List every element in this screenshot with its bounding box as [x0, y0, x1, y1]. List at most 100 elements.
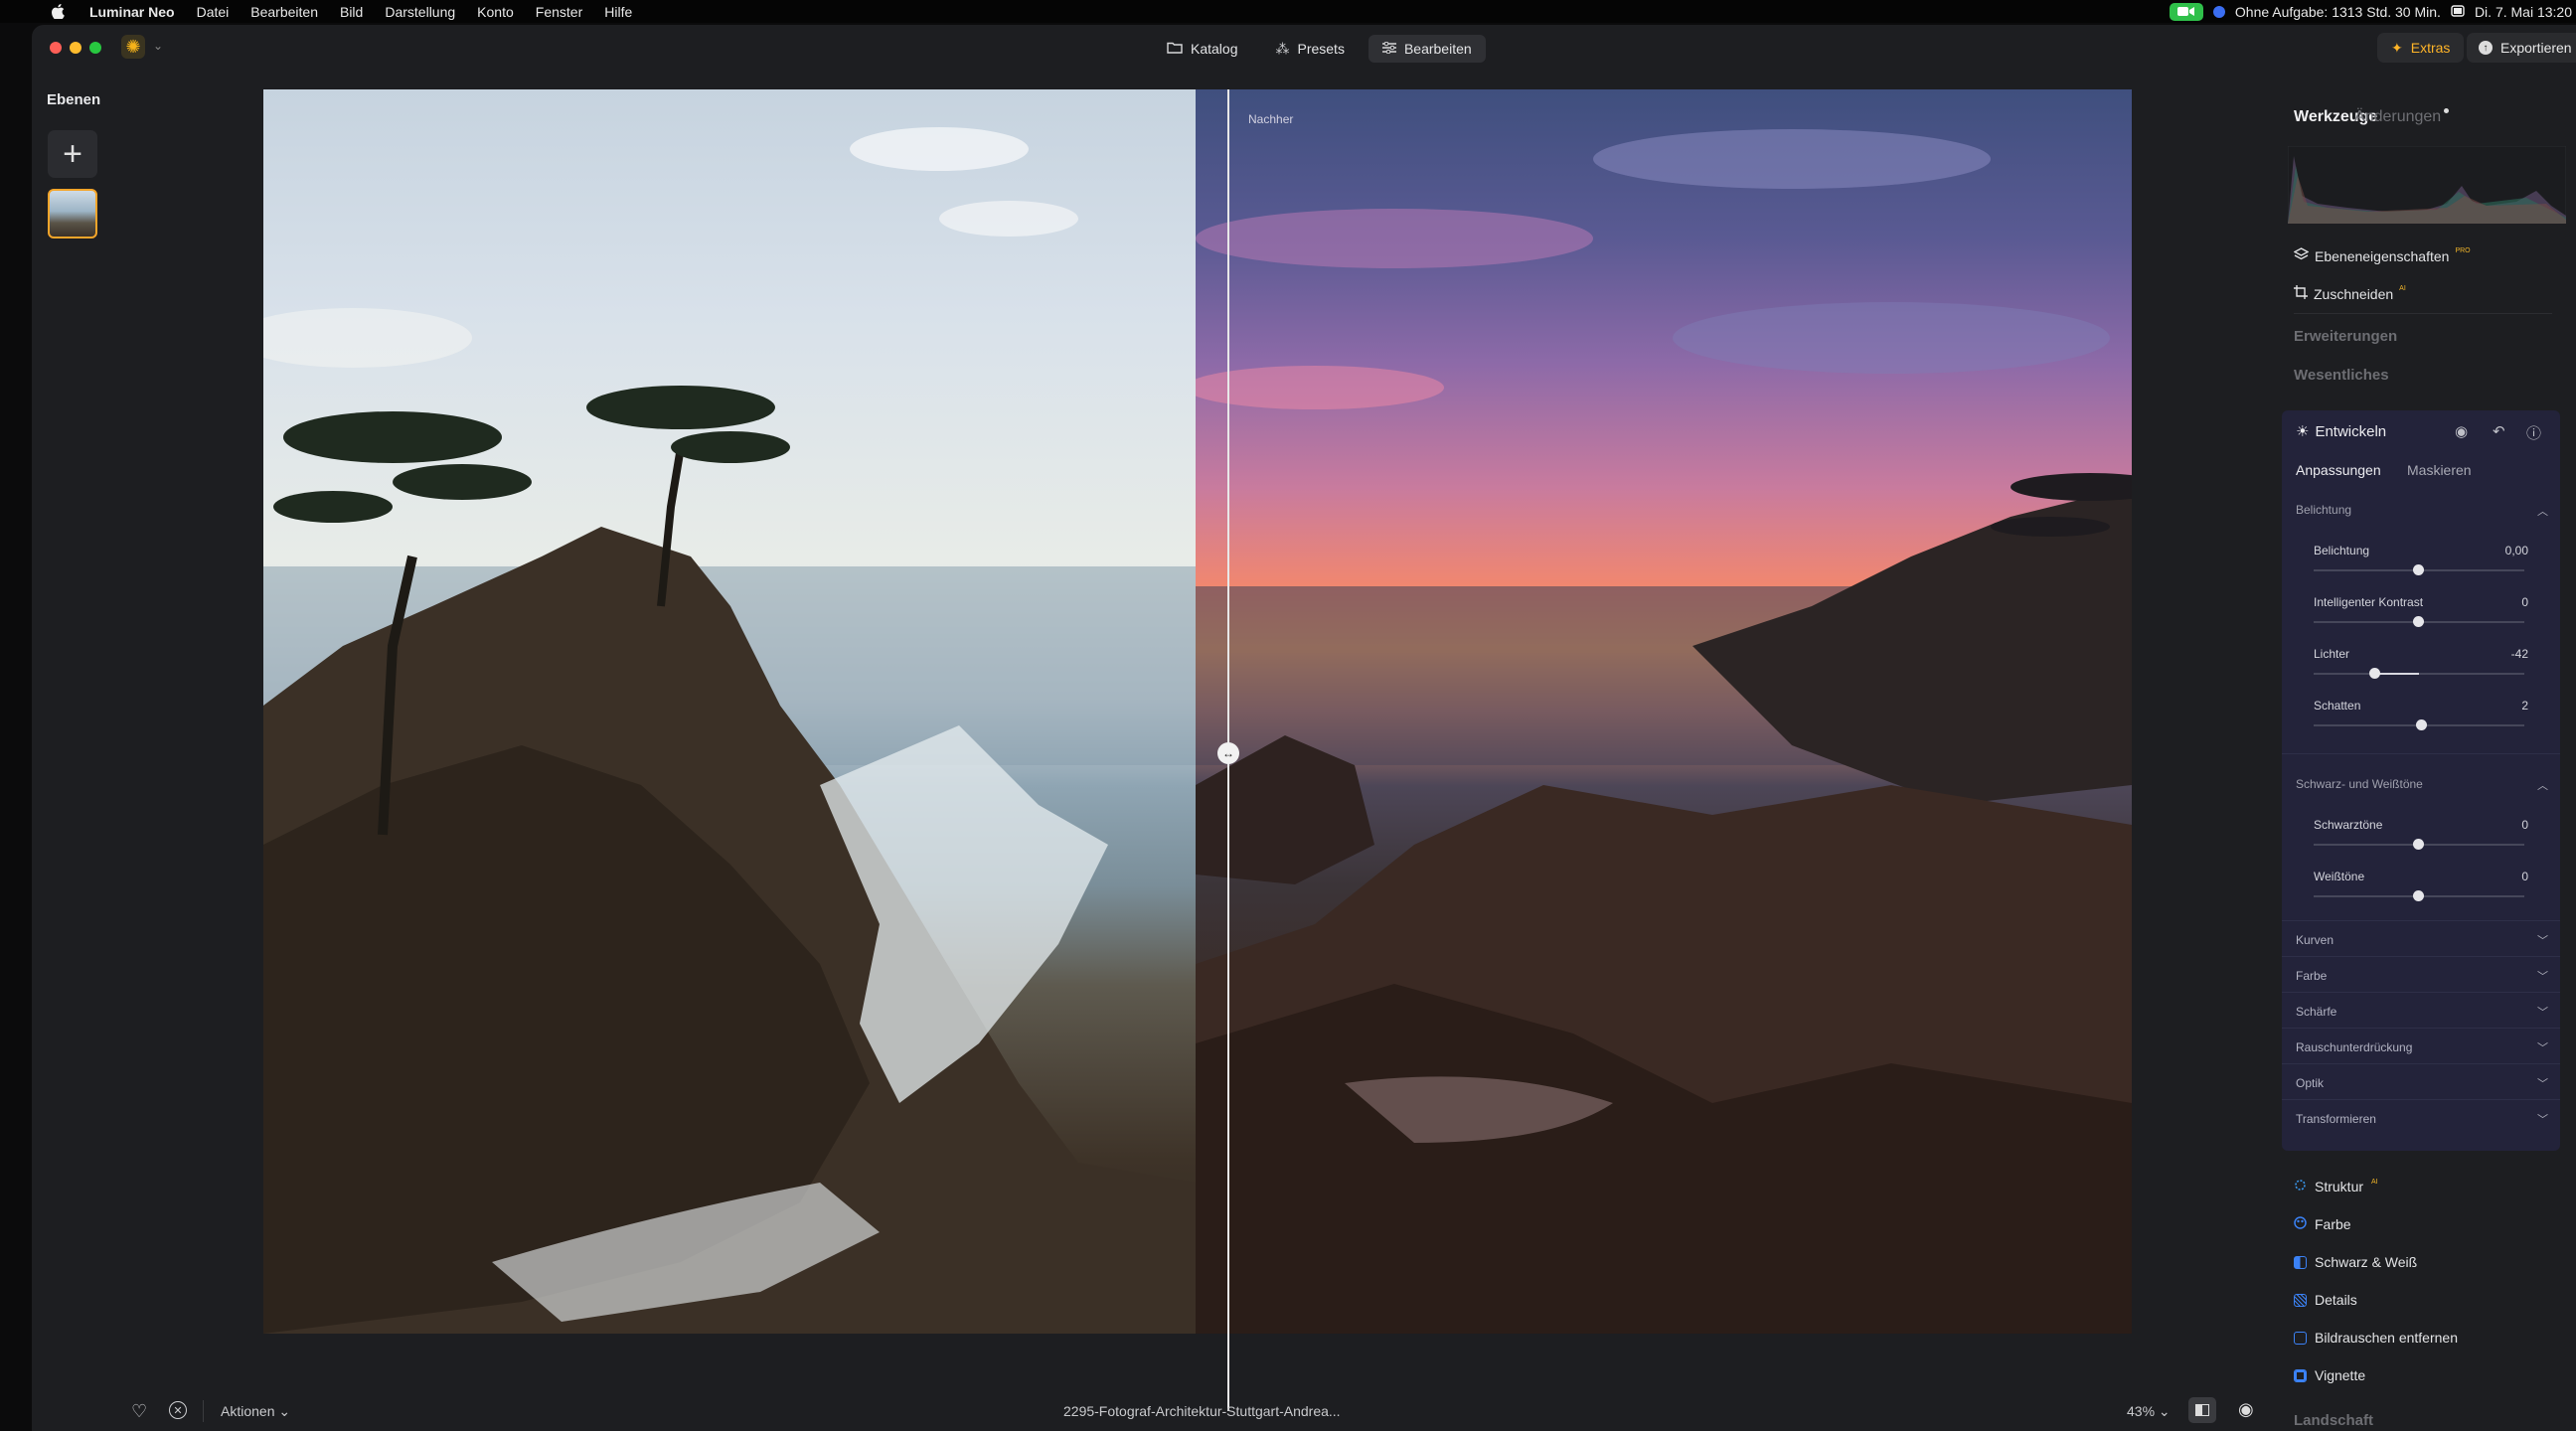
tool-vignette[interactable]: Vignette [2294, 1367, 2365, 1383]
add-layer-button[interactable]: + [48, 130, 97, 178]
extras-button[interactable]: ✦ Extras [2377, 33, 2465, 63]
slider-value[interactable]: 0,00 [2505, 544, 2528, 557]
photo-canvas[interactable] [263, 89, 2132, 1334]
smart-contrast-slider[interactable] [2314, 616, 2524, 627]
tool-bildrauschen-entfernen[interactable]: Bildrauschen entfernen [2294, 1330, 2458, 1346]
slider-value[interactable]: 0 [2521, 595, 2528, 609]
tool-label: Vignette [2315, 1367, 2366, 1383]
menu-bild[interactable]: Bild [340, 4, 363, 20]
heart-icon[interactable]: ♡ [131, 1401, 147, 1422]
layer-properties-label: Ebeneneigenschaften [2315, 247, 2450, 264]
split-handle-arrows-icon[interactable]: ↔ [1217, 742, 1239, 764]
vignette-icon [2294, 1368, 2307, 1382]
slider-thumb[interactable] [2413, 890, 2424, 901]
actions-dropdown[interactable]: Aktionen ⌄ [221, 1403, 290, 1420]
split-view-icon [2195, 1404, 2209, 1416]
group-belichtung[interactable]: Belichtung [2296, 503, 2351, 517]
layer-properties-tool[interactable]: Ebeneneigenschaften PRO [2293, 247, 2471, 264]
slider-label: Weißtöne [2314, 870, 2365, 883]
menu-app-name[interactable]: Luminar Neo [89, 4, 175, 20]
section-landschaft[interactable]: Landschaft [2294, 1412, 2373, 1429]
group-rauschunterdrueckung[interactable]: Rauschunterdrückung ﹀ [2282, 1028, 2560, 1064]
tab-anpassungen[interactable]: Anpassungen [2296, 462, 2381, 478]
slider-thumb[interactable] [2413, 564, 2424, 575]
info-icon[interactable]: ⓘ [2526, 422, 2541, 443]
tab-aenderungen[interactable]: Änderungen [2354, 108, 2450, 126]
group-label: Kurven [2296, 933, 2334, 947]
whites-slider[interactable] [2314, 890, 2524, 901]
extras-label: Extras [2410, 40, 2451, 56]
tab-katalog[interactable]: Katalog [1153, 35, 1251, 63]
menubar-status: Ohne Aufgabe: 1313 Std. 30 Min. Di. 7. M… [2169, 0, 2572, 23]
menu-fenster[interactable]: Fenster [536, 4, 582, 20]
close-window-button[interactable] [50, 42, 62, 54]
tab-aenderungen-label: Änderungen [2354, 108, 2442, 125]
group-label: Transformieren [2296, 1112, 2376, 1126]
group-schwarz-weiss-toene[interactable]: Schwarz- und Weißtöne [2296, 777, 2423, 791]
zoom-window-button[interactable] [89, 42, 101, 54]
chevron-up-icon[interactable]: ︿ [2537, 777, 2548, 793]
group-schaerfe[interactable]: Schärfe ﹀ [2282, 992, 2560, 1029]
slider-thumb[interactable] [2416, 719, 2427, 730]
eye-preview-icon[interactable]: ◉ [2238, 1399, 2254, 1420]
compare-view-button[interactable] [2188, 1397, 2216, 1423]
undo-icon[interactable]: ↶ [2493, 422, 2505, 440]
slider-thumb[interactable] [2369, 668, 2380, 679]
reject-x-icon[interactable]: ✕ [169, 1401, 187, 1419]
sliders-icon [1381, 41, 1396, 57]
group-transformieren[interactable]: Transformieren ﹀ [2282, 1099, 2560, 1136]
sparkle-icon: ⁂ [1275, 40, 1290, 57]
chevron-up-icon[interactable]: ︿ [2537, 503, 2548, 519]
menu-darstellung[interactable]: Darstellung [385, 4, 455, 20]
slider-thumb[interactable] [2413, 839, 2424, 850]
facetime-icon[interactable] [2169, 2, 2203, 21]
menu-konto[interactable]: Konto [477, 4, 514, 20]
minimize-window-button[interactable] [70, 42, 81, 54]
shadows-slider[interactable] [2314, 719, 2524, 730]
layers-title: Ebenen [47, 91, 101, 108]
tool-label: Farbe [2315, 1216, 2351, 1232]
focus-indicator-icon[interactable] [2212, 5, 2225, 18]
group-optik[interactable]: Optik ﹀ [2282, 1063, 2560, 1100]
ai-badge: AI [2371, 1178, 2378, 1186]
menubar-status-text[interactable]: Ohne Aufgabe: 1313 Std. 30 Min. [2235, 4, 2441, 20]
tab-maskieren[interactable]: Maskieren [2407, 462, 2472, 478]
slider-value[interactable]: 0 [2521, 818, 2528, 832]
zoom-dropdown[interactable]: 43% ⌄ [2127, 1403, 2171, 1420]
menu-bearbeiten[interactable]: Bearbeiten [250, 4, 318, 20]
tab-presets[interactable]: ⁂ Presets [1261, 35, 1358, 63]
tab-bearbeiten[interactable]: Bearbeiten [1368, 35, 1486, 63]
tool-schwarz-weiss[interactable]: Schwarz & Weiß [2294, 1254, 2417, 1270]
section-wesentliches[interactable]: Wesentliches [2294, 367, 2389, 384]
export-button[interactable]: ↑ Exportieren [2467, 33, 2576, 63]
tools-panel: Werkzeuge Änderungen Ebeneneigenschaften… [2278, 71, 2576, 1431]
highlights-slider[interactable] [2314, 668, 2524, 679]
chevron-down-icon[interactable]: ⌄ [153, 39, 163, 53]
tool-struktur[interactable]: Struktur AI [2294, 1179, 2378, 1194]
develop-header[interactable]: ☀ Entwickeln ◉ ↶ ⓘ [2282, 410, 2560, 450]
menu-datei[interactable]: Datei [197, 4, 230, 20]
exposure-slider[interactable] [2314, 564, 2524, 575]
tool-farbe[interactable]: Farbe [2294, 1216, 2351, 1232]
menu-hilfe[interactable]: Hilfe [604, 4, 632, 20]
crop-tool[interactable]: Zuschneiden AI [2294, 285, 2406, 302]
slider-value[interactable]: 2 [2521, 699, 2528, 713]
layer-thumbnail[interactable] [48, 189, 97, 238]
eye-icon[interactable]: ◉ [2455, 422, 2468, 440]
tool-details[interactable]: Details [2294, 1292, 2357, 1308]
group-kurven[interactable]: Kurven ﹀ [2282, 920, 2560, 957]
apple-menu-icon[interactable] [50, 4, 66, 20]
bottom-bar: ♡ ✕ Aktionen ⌄ 2295-Fotograf-Architektur… [32, 1397, 2288, 1431]
battery-icon[interactable] [2451, 4, 2465, 20]
slider-value[interactable]: -42 [2511, 647, 2528, 661]
section-erweiterungen[interactable]: Erweiterungen [2294, 328, 2397, 345]
crop-icon [2294, 285, 2308, 302]
menubar-datetime[interactable]: Di. 7. Mai 13:20 [2475, 4, 2572, 20]
slider-value[interactable]: 0 [2521, 870, 2528, 883]
chevron-down-icon: ﹀ [2537, 1007, 2548, 1019]
group-farbe[interactable]: Farbe ﹀ [2282, 956, 2560, 993]
blacks-slider[interactable] [2314, 839, 2524, 850]
ai-badge: AI [2399, 285, 2406, 292]
luminar-sun-icon[interactable]: ✺ [121, 35, 145, 59]
slider-thumb[interactable] [2413, 616, 2424, 627]
